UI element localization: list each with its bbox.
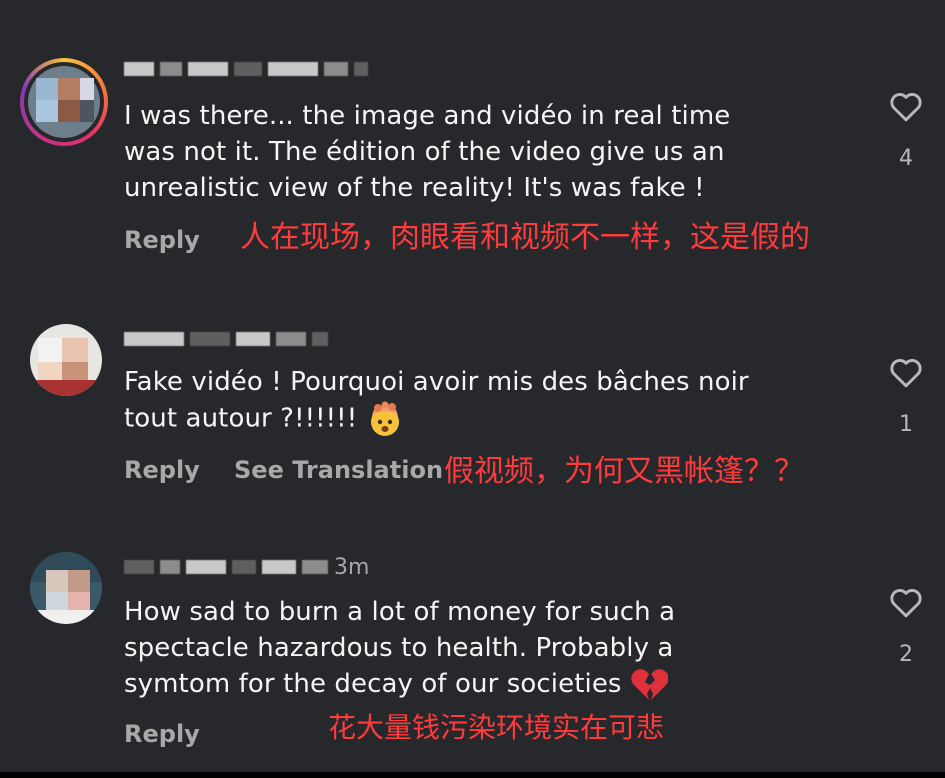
exploding-head-emoji	[370, 401, 399, 436]
username-redacted[interactable]	[124, 330, 328, 348]
reply-button[interactable]: Reply	[124, 720, 200, 748]
comment-line-with-emoji: tout autour ?!!!!!!	[124, 400, 824, 438]
reply-button[interactable]: Reply	[124, 456, 200, 484]
comment-line: Fake vidéo ! Pourquoi avoir mis des bâch…	[124, 367, 749, 397]
like-count: 2	[899, 642, 913, 667]
avatar[interactable]	[30, 324, 102, 396]
avatar[interactable]	[24, 62, 104, 142]
heart-outline-icon[interactable]	[888, 586, 924, 618]
annotation-text: 假视频，为何又黑帐篷？？	[444, 454, 804, 489]
annotation-text: 人在现场，肉眼看和视频不一样，这是假的	[240, 220, 810, 255]
comment-line: spectacle hazardous to health. Probably …	[124, 633, 674, 663]
broken-heart-emoji	[631, 668, 668, 700]
comment-text: How sad to burn a lot of money for such …	[124, 594, 824, 702]
comment-text: Fake vidéo ! Pourquoi avoir mis des bâch…	[124, 364, 824, 438]
see-translation-button[interactable]: See Translation	[234, 456, 443, 484]
comment-line-with-emoji: symtom for the decay of our societies	[124, 666, 824, 702]
comment-line: I was there... the image and vidéo in re…	[124, 101, 731, 131]
comment-line: symtom for the decay of our societies	[124, 669, 622, 699]
heart-outline-icon[interactable]	[888, 356, 924, 388]
avatar[interactable]	[30, 552, 102, 624]
timestamp: 3m	[334, 554, 370, 580]
like-count: 1	[899, 412, 913, 437]
comment-line: How sad to burn a lot of money for such …	[124, 597, 676, 627]
username-redacted[interactable]	[124, 60, 368, 78]
comment-line: tout autour ?!!!!!!	[124, 403, 358, 434]
comment-line: was not it. The édition of the video giv…	[124, 137, 725, 167]
annotation-text: 花大量钱污染环境实在可悲	[328, 711, 665, 744]
like-count: 4	[899, 146, 913, 171]
comment-text: I was there... the image and vidéo in re…	[124, 98, 824, 206]
comment-line: unrealistic view of the reality! It's wa…	[124, 173, 705, 203]
username-redacted[interactable]: 3m	[124, 555, 369, 580]
reply-button[interactable]: Reply	[124, 226, 200, 254]
comments-panel: I was there... the image and vidéo in re…	[0, 0, 945, 772]
heart-outline-icon[interactable]	[888, 90, 924, 122]
